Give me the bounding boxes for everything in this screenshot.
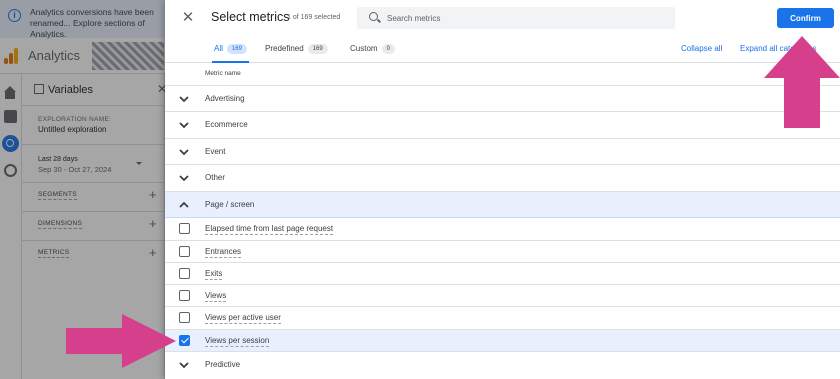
category-row-page-screen[interactable]: Page / screen xyxy=(165,191,840,218)
column-header: Metric name xyxy=(205,70,241,77)
metric-label: Views per active user xyxy=(205,313,281,324)
metric-label: Exits xyxy=(205,269,223,280)
category-label: Predictive xyxy=(205,360,241,369)
tab-predefined[interactable]: Predefined 169 xyxy=(265,36,328,63)
chevron-down-icon xyxy=(179,94,189,104)
tab-count-badge: 169 xyxy=(307,44,328,54)
confirm-button[interactable]: Confirm xyxy=(777,8,834,28)
tab-count-badge: 169 xyxy=(226,44,247,54)
metric-row[interactable]: Views xyxy=(165,284,840,306)
category-row-event[interactable]: Event xyxy=(165,138,840,164)
category-row-predictive[interactable]: Predictive xyxy=(165,351,840,379)
metric-checkbox[interactable] xyxy=(179,268,190,279)
category-label: Advertising xyxy=(205,94,245,103)
chevron-down-icon xyxy=(179,120,189,130)
metric-checkbox[interactable] xyxy=(179,246,190,257)
category-row-advertising[interactable]: Advertising xyxy=(165,85,840,111)
search-box[interactable] xyxy=(357,7,675,29)
dialog-title: Select metrics xyxy=(211,10,290,24)
metric-checkbox[interactable] xyxy=(179,290,190,301)
chevron-up-icon xyxy=(179,200,189,210)
selected-count: 1 of 169 selected xyxy=(287,14,341,21)
annotation-arrow-right xyxy=(66,314,176,368)
metric-checkbox[interactable] xyxy=(179,312,190,323)
tab-label: Predefined xyxy=(265,44,304,53)
chevron-down-icon xyxy=(179,173,189,183)
arrow-up-shape xyxy=(764,36,840,128)
collapse-all-link[interactable]: Collapse all xyxy=(681,44,722,53)
metric-label: Elapsed time from last page request xyxy=(205,224,334,235)
tab-count-badge: 0 xyxy=(381,44,395,54)
metric-checkbox[interactable] xyxy=(179,223,190,234)
tab-label: All xyxy=(214,44,223,53)
category-row-ecommerce[interactable]: Ecommerce xyxy=(165,111,840,138)
category-row-other[interactable]: Other xyxy=(165,164,840,191)
search-input[interactable] xyxy=(387,7,667,29)
select-metrics-dialog: ✕ Select metrics 1 of 169 selected Confi… xyxy=(165,0,840,379)
tab-bar: All 169 Predefined 169 Custom 0 xyxy=(165,36,840,63)
arrow-right-shape xyxy=(66,314,176,368)
category-label: Event xyxy=(205,147,226,156)
chevron-down-icon xyxy=(179,147,189,157)
metric-checkbox-checked[interactable] xyxy=(179,335,190,346)
tab-custom[interactable]: Custom 0 xyxy=(350,36,395,63)
metric-label: Views per session xyxy=(205,336,270,347)
close-icon[interactable]: ✕ xyxy=(179,9,197,27)
category-label: Page / screen xyxy=(205,200,255,209)
search-icon xyxy=(369,12,378,21)
metric-row[interactable]: Views per active user xyxy=(165,306,840,329)
chevron-down-icon xyxy=(179,360,189,370)
category-label: Ecommerce xyxy=(205,120,248,129)
annotation-arrow-up xyxy=(764,36,840,128)
metric-label: Entrances xyxy=(205,247,242,258)
metric-row[interactable]: Entrances xyxy=(165,240,840,262)
metric-row[interactable]: Elapsed time from last page request xyxy=(165,218,840,240)
metric-label: Views xyxy=(205,291,227,302)
metric-row[interactable]: Exits xyxy=(165,262,840,284)
tab-label: Custom xyxy=(350,44,378,53)
metric-row-selected[interactable]: Views per session xyxy=(165,329,840,351)
tab-all[interactable]: All 169 xyxy=(212,36,249,63)
category-label: Other xyxy=(205,173,226,182)
